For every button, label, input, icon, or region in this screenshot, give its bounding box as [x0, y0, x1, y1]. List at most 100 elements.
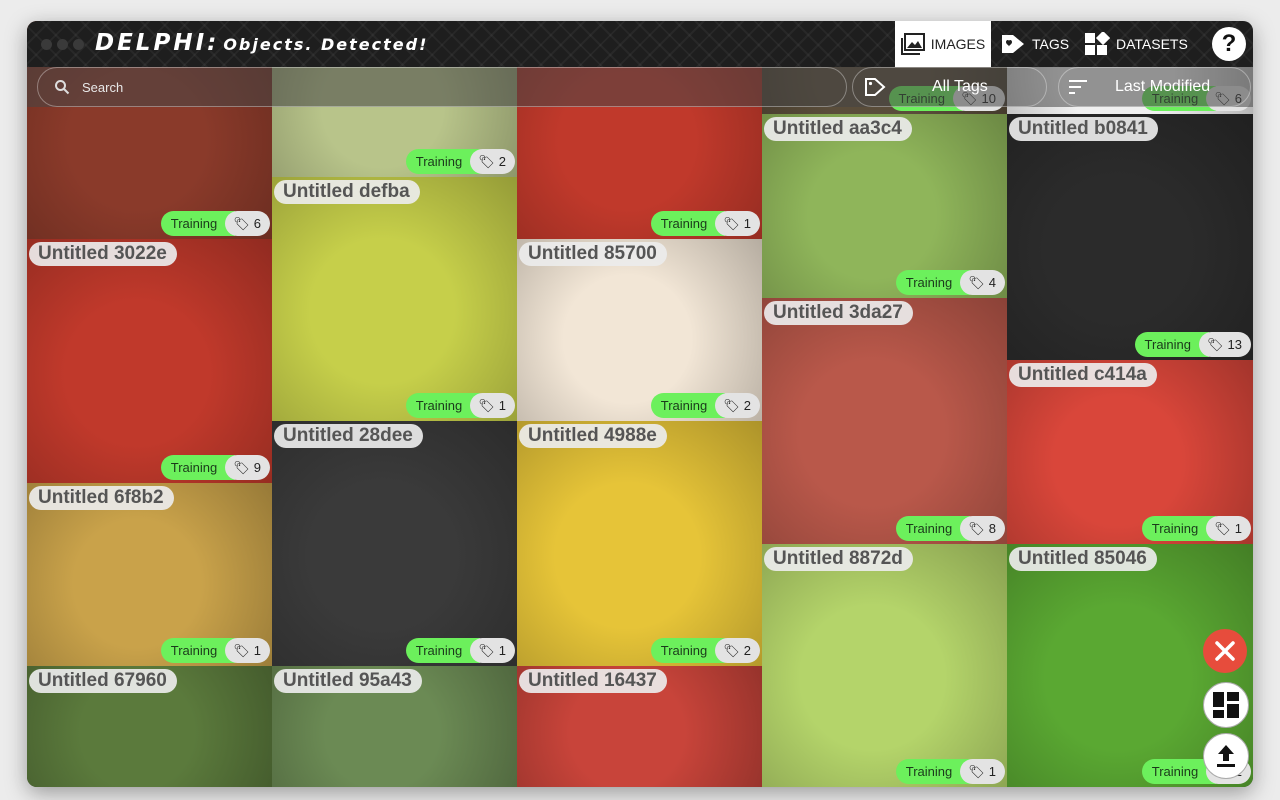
tag-icon: 🏷 — [723, 215, 740, 231]
tile-title: Untitled 85700 — [519, 242, 667, 266]
tile-title: Untitled 67960 — [29, 669, 177, 693]
search-box[interactable] — [37, 67, 847, 107]
training-badge: Training — [1134, 332, 1210, 357]
datasets-icon — [1085, 32, 1110, 55]
tile-title: Untitled defba — [274, 180, 420, 204]
tile-badges: Training🏷1 — [1141, 516, 1251, 541]
tile-title: Untitled b0841 — [1009, 117, 1158, 141]
window-zoom-dot[interactable] — [73, 39, 84, 50]
tag-icon: 🏷 — [1214, 520, 1231, 536]
app-window: Training🏷6 Training🏷2 Training🏷1 Trainin… — [27, 21, 1253, 787]
image-tile[interactable]: Untitled 95a43 — [272, 666, 517, 787]
tag-filter-label: All Tags — [932, 78, 988, 95]
sort-icon — [1069, 80, 1087, 94]
upload-icon — [1217, 745, 1235, 767]
training-badge: Training — [160, 211, 236, 236]
sort-select[interactable]: Last Modified — [1058, 67, 1251, 107]
tile-title: Untitled 3022e — [29, 242, 177, 266]
tile-badges: Training 🏷 13 — [1134, 332, 1251, 357]
training-badge: Training — [895, 270, 971, 295]
training-badge: Training — [895, 516, 971, 541]
tag-count: 🏷 2 — [715, 638, 760, 663]
window-close-dot[interactable] — [41, 39, 52, 50]
image-tile[interactable]: Untitled 3da27 Training 🏷 8 — [762, 298, 1007, 544]
tag-icon: 🏷 — [1207, 336, 1224, 352]
tag-icon — [1002, 35, 1024, 53]
layout-fab[interactable] — [1203, 682, 1249, 728]
image-tile[interactable]: Untitled 3022e Training 🏷 9 — [27, 239, 272, 483]
help-button[interactable]: ? — [1212, 27, 1246, 61]
tile-badges: Training🏷1 — [405, 638, 515, 663]
search-icon — [55, 80, 70, 95]
image-tile[interactable]: Untitled 85700 Training 🏷 2 — [517, 239, 762, 421]
tag-count: 🏷1 — [470, 393, 515, 418]
tag-icon: 🏷 — [478, 642, 495, 658]
tile-title: Untitled 95a43 — [274, 669, 422, 693]
tile-title: Untitled c414a — [1009, 363, 1157, 387]
nav-datasets-button[interactable]: DATASETS — [1084, 21, 1188, 67]
close-icon — [1215, 641, 1235, 661]
tag-filter-select[interactable]: All Tags — [852, 67, 1047, 107]
help-icon: ? — [1221, 30, 1237, 57]
training-badge: Training — [650, 638, 726, 663]
tag-icon: 🏷 — [233, 642, 250, 658]
tag-icon: 🏷 — [723, 397, 740, 413]
image-icon — [900, 33, 925, 55]
tile-badges: Training 🏷 8 — [895, 516, 1005, 541]
nav-tags-button[interactable]: TAGS — [1000, 21, 1069, 67]
tag-icon: 🏷 — [968, 520, 985, 536]
tag-count: 🏷 2 — [470, 149, 515, 174]
tag-count: 🏷 2 — [715, 393, 760, 418]
search-input[interactable] — [80, 78, 784, 96]
tag-count: 🏷6 — [225, 211, 270, 236]
tile-title: Untitled aa3c4 — [764, 117, 912, 141]
upload-fab[interactable] — [1203, 733, 1249, 779]
training-badge: Training — [160, 638, 236, 663]
image-tile[interactable]: Untitled 4988e Training 🏷 2 — [517, 421, 762, 666]
tag-count: 🏷 13 — [1199, 332, 1251, 357]
tag-icon: 🏷 — [723, 642, 740, 658]
image-tile[interactable]: Untitled c414a Training 🏷 1 — [1007, 360, 1253, 544]
image-tile[interactable]: Untitled b0841 Training 🏷 13 — [1007, 114, 1253, 360]
image-tile[interactable]: Untitled 67960 — [27, 666, 272, 787]
tag-icon: 🏷 — [968, 274, 985, 290]
tag-icon: 🏷 — [233, 215, 250, 231]
nav-tags-label: TAGS — [1032, 36, 1070, 52]
toolbar: All Tags Last Modified — [27, 67, 1253, 107]
tile-badges: Training🏷1 — [650, 211, 760, 236]
close-fab[interactable] — [1203, 629, 1247, 673]
nav-images-button[interactable]: IMAGES — [895, 21, 991, 67]
image-grid: Training🏷6 Training🏷2 Training🏷1 Trainin… — [27, 21, 1253, 787]
app-logo: DELPHI: Objects. Detected! — [95, 30, 429, 56]
tag-count: 🏷 4 — [960, 270, 1005, 295]
nav-images-label: IMAGES — [930, 36, 986, 52]
image-tile[interactable]: Untitled aa3c4 Training 🏷 4 — [762, 114, 1007, 298]
image-tile[interactable]: Untitled defba Training 🏷 1 — [272, 177, 517, 421]
tag-icon: 🏷 — [968, 763, 985, 779]
tile-badges: Training 🏷 9 — [160, 455, 270, 480]
image-tile[interactable]: Untitled 6f8b2 Training 🏷 1 — [27, 483, 272, 666]
image-tile[interactable]: Untitled 28dee Training 🏷 1 — [272, 421, 517, 666]
tile-badges: Training🏷6 — [160, 211, 270, 236]
tile-badges: Training🏷1 — [895, 759, 1005, 784]
image-tile[interactable]: Untitled 8872d Training 🏷 1 — [762, 544, 1007, 787]
tile-badges: Training 🏷 2 — [650, 393, 760, 418]
tile-title: Untitled 85046 — [1009, 547, 1157, 571]
tile-badges: Training 🏷 2 — [405, 149, 515, 174]
tag-count: 🏷 8 — [960, 516, 1005, 541]
tag-count: 🏷1 — [1206, 516, 1251, 541]
training-badge: Training — [650, 211, 726, 236]
tag-count: 🏷1 — [715, 211, 760, 236]
sort-label: Last Modified — [1115, 78, 1211, 95]
training-badge: Training — [650, 393, 726, 418]
training-badge: Training — [405, 393, 481, 418]
tag-count: 🏷 9 — [225, 455, 270, 480]
tag-icon: 🏷 — [233, 459, 250, 475]
image-tile[interactable]: Untitled 16437 — [517, 666, 762, 787]
tile-title: Untitled 16437 — [519, 669, 667, 693]
training-badge: Training — [1141, 516, 1217, 541]
tile-title: Untitled 4988e — [519, 424, 667, 448]
tile-badges: Training 🏷 4 — [895, 270, 1005, 295]
window-minimize-dot[interactable] — [57, 39, 68, 50]
tag-count: 🏷1 — [960, 759, 1005, 784]
